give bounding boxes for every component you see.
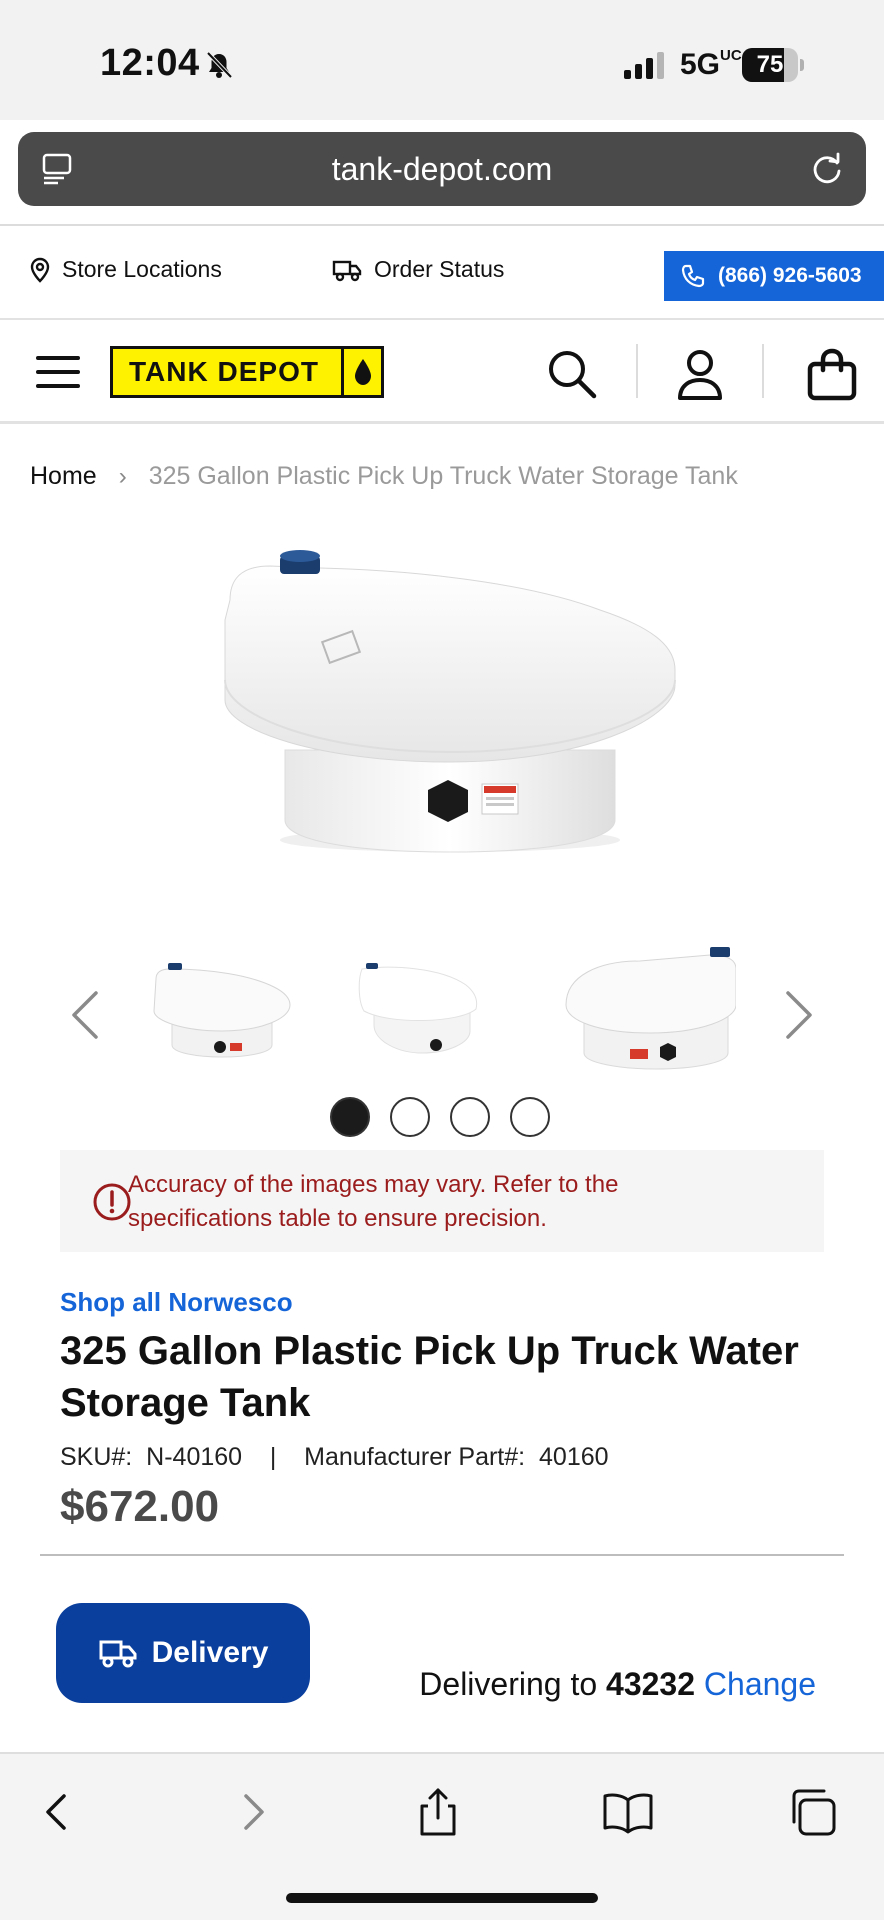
phone-icon xyxy=(681,264,705,288)
manufacturer-part-value: 40160 xyxy=(539,1443,609,1471)
breadcrumb: Home › 325 Gallon Plastic Pick Up Truck … xyxy=(30,462,738,491)
page-root: 12:04 5GUC 75 tank-depot.com Store Locat… xyxy=(0,0,884,1920)
url-text[interactable]: tank-depot.com xyxy=(18,132,866,206)
truck-icon xyxy=(99,1640,137,1668)
delivery-zip: 43232 xyxy=(606,1666,696,1702)
carousel-dot[interactable] xyxy=(390,1097,430,1137)
battery-icon: 75 xyxy=(742,48,804,82)
carousel-dot[interactable] xyxy=(330,1097,370,1137)
product-thumbnail[interactable] xyxy=(150,945,294,1075)
header-separator xyxy=(762,344,764,398)
status-time: 12:04 xyxy=(100,42,200,84)
product-main-image[interactable] xyxy=(200,540,700,870)
carousel-dots xyxy=(330,1097,570,1137)
store-locations-link[interactable]: Store Locations xyxy=(30,256,222,283)
header-separator xyxy=(636,344,638,398)
brand-link[interactable]: Shop all Norwesco xyxy=(60,1287,293,1318)
utility-bar: Store Locations Order Status (866) 926-5… xyxy=(0,226,884,320)
battery-level: 75 xyxy=(756,51,784,78)
share-icon[interactable] xyxy=(410,1784,466,1840)
status-bar: 12:04 5GUC 75 xyxy=(0,0,884,120)
search-icon[interactable] xyxy=(544,346,600,402)
chevron-right-icon[interactable] xyxy=(778,985,818,1045)
image-accuracy-notice: Accuracy of the images may vary. Refer t… xyxy=(60,1150,824,1252)
carousel-dot[interactable] xyxy=(450,1097,490,1137)
product-price: $672.00 xyxy=(60,1482,220,1531)
logo-text: TANK DEPOT xyxy=(129,356,319,387)
home-indicator xyxy=(286,1893,598,1903)
signal-icon xyxy=(624,52,664,79)
forward-icon[interactable] xyxy=(224,1784,280,1840)
breadcrumb-current: 325 Gallon Plastic Pick Up Truck Water S… xyxy=(148,462,738,490)
order-status-label: Order Status xyxy=(374,256,505,282)
sku-separator: | xyxy=(269,1443,277,1471)
site-header: TANK DEPOT xyxy=(0,322,884,424)
alert-circle-icon xyxy=(93,1183,131,1221)
sku-line: SKU#: N-40160 | Manufacturer Part#: 4016… xyxy=(60,1443,609,1472)
bookmarks-icon[interactable] xyxy=(600,1784,656,1840)
bell-slash-icon xyxy=(206,51,233,79)
breadcrumb-home[interactable]: Home xyxy=(30,462,97,491)
delivering-to: Delivering to 43232 Change xyxy=(419,1666,816,1703)
delivery-button[interactable]: Delivery xyxy=(56,1603,310,1703)
phone-button[interactable]: (866) 926-5603 xyxy=(664,251,884,301)
site-logo[interactable]: TANK DEPOT xyxy=(110,346,384,398)
chevron-right-icon: › xyxy=(118,462,127,490)
product-title: 325 Gallon Plastic Pick Up Truck Water S… xyxy=(60,1329,799,1425)
sku-value: N-40160 xyxy=(146,1443,243,1471)
change-zip-link[interactable]: Change xyxy=(704,1666,816,1702)
tabs-icon[interactable] xyxy=(786,1784,842,1840)
delivery-label: Delivery xyxy=(151,1636,269,1669)
sku-label: SKU#: xyxy=(60,1443,133,1471)
delivering-prefix: Delivering to xyxy=(419,1666,598,1702)
drop-icon xyxy=(341,349,381,395)
reload-icon[interactable] xyxy=(808,150,846,188)
carousel-dot[interactable] xyxy=(510,1097,550,1137)
section-divider xyxy=(40,1554,844,1556)
address-bar[interactable]: tank-depot.com xyxy=(18,132,866,206)
store-locations-label: Store Locations xyxy=(62,256,222,282)
menu-icon[interactable] xyxy=(36,354,80,390)
product-thumbnail[interactable] xyxy=(350,945,490,1075)
chevron-left-icon[interactable] xyxy=(66,985,106,1045)
user-icon[interactable] xyxy=(672,346,728,402)
shopping-bag-icon[interactable] xyxy=(804,346,860,402)
network-indicator: 5GUC xyxy=(680,47,742,81)
truck-icon xyxy=(332,260,362,281)
product-thumbnail[interactable] xyxy=(560,945,736,1075)
phone-number: (866) 926-5603 xyxy=(718,264,862,287)
location-pin-icon xyxy=(30,257,50,283)
notice-text: Accuracy of the images may vary. Refer t… xyxy=(128,1171,619,1232)
order-status-link[interactable]: Order Status xyxy=(332,256,504,283)
back-icon[interactable] xyxy=(30,1784,86,1840)
manufacturer-part-label: Manufacturer Part#: xyxy=(304,1443,526,1471)
